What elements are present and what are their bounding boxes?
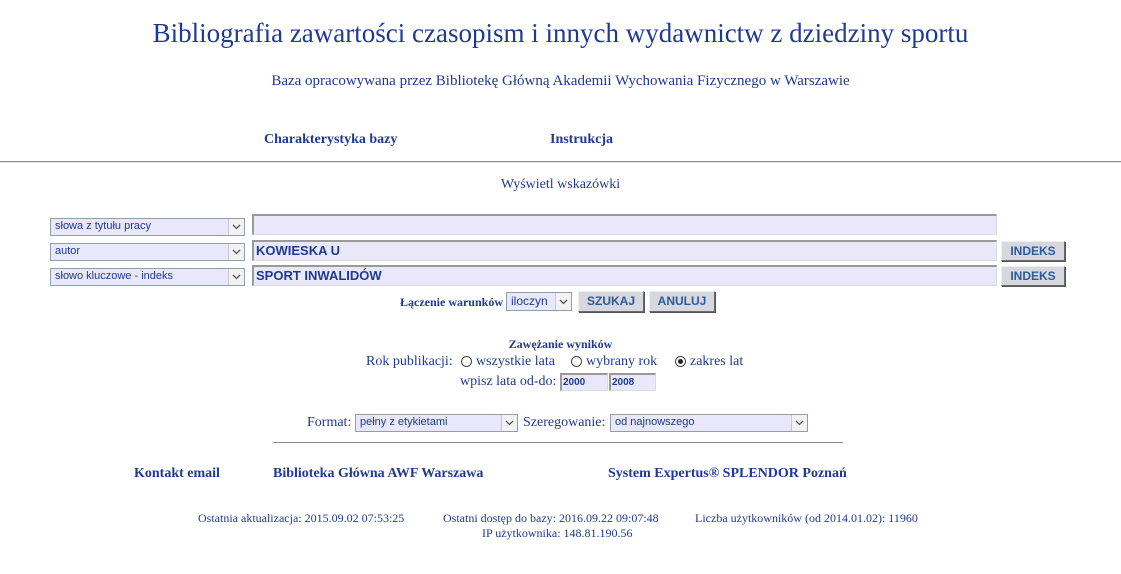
index-button-2[interactable]: INDEKS <box>1001 241 1065 261</box>
combine-label: Łączenie warunków <box>400 295 503 309</box>
nav-link-charakterystyka[interactable]: Charakterystyka bazy <box>264 132 397 148</box>
user-ip: IP użytkownika: 148.81.190.56 <box>482 526 633 540</box>
search-input-2[interactable]: KOWIESKA U <box>252 240 997 261</box>
combine-select[interactable]: iloczyn <box>506 292 572 311</box>
sort-select-value: od najnowszego <box>615 416 695 428</box>
chevron-down-icon <box>555 293 571 310</box>
chevron-down-icon <box>228 244 244 260</box>
index-button-3[interactable]: INDEKS <box>1001 266 1065 286</box>
users-count: Liczba użytkowników (od 2014.01.02): 119… <box>695 511 918 525</box>
radio-year-range-label: zakres lat <box>690 354 744 369</box>
format-select-value: pełny z etykietami <box>360 416 448 428</box>
combine-select-value: iloczyn <box>511 294 548 308</box>
radio-all-years-label: wszystkie lata <box>476 354 555 369</box>
chevron-down-icon <box>228 269 244 285</box>
year-label: Rok publikacji: <box>366 354 453 369</box>
format-select[interactable]: pełny z etykietami <box>355 414 518 432</box>
sort-select[interactable]: od najnowszego <box>610 414 808 432</box>
system-link[interactable]: System Expertus® SPLENDOR Poznań <box>608 466 847 482</box>
last-update: Ostatnia aktualizacja: 2015.09.02 07:53:… <box>198 511 405 525</box>
divider-bottom <box>273 442 843 443</box>
chevron-down-icon <box>228 219 244 235</box>
field-select-1-value: słowa z tytułu pracy <box>55 220 151 232</box>
narrowing-heading: Zawężanie wyników <box>508 337 613 351</box>
field-select-2-value: autor <box>55 245 81 257</box>
divider-top <box>0 161 1121 163</box>
search-input-1[interactable] <box>252 214 997 235</box>
search-input-3[interactable]: SPORT INWALIDÓW <box>252 265 997 286</box>
year-from-input[interactable]: 2000 <box>560 373 608 391</box>
chevron-down-icon <box>501 415 517 431</box>
sort-label: Szeregowanie: <box>523 415 606 430</box>
radio-year-range[interactable] <box>675 356 686 367</box>
last-access: Ostatni dostęp do bazy: 2016.09.22 09:07… <box>443 511 659 525</box>
page-title: Bibliografia zawartości czasopism i inny… <box>152 18 969 48</box>
radio-selected-year[interactable] <box>571 356 582 367</box>
nav-link-instrukcja[interactable]: Instrukcja <box>550 132 613 148</box>
cancel-button[interactable]: ANULUJ <box>649 291 715 312</box>
year-to-input[interactable]: 2008 <box>609 373 656 391</box>
field-select-1[interactable]: słowa z tytułu pracy <box>50 218 245 236</box>
radio-all-years[interactable] <box>461 356 472 367</box>
range-label: wpisz lata od-do: <box>460 374 557 389</box>
search-button[interactable]: SZUKAJ <box>578 291 644 312</box>
field-select-3[interactable]: słowo kluczowe - indeks <box>50 268 245 286</box>
format-label: Format: <box>307 415 352 430</box>
contact-email-link[interactable]: Kontakt email <box>134 466 220 482</box>
hints-link[interactable]: Wyświetl wskazówki <box>0 177 1121 193</box>
field-select-3-value: słowo kluczowe - indeks <box>55 270 173 282</box>
radio-selected-year-label: wybrany rok <box>586 354 658 369</box>
library-link[interactable]: Biblioteka Główna AWF Warszawa <box>273 466 483 482</box>
page-subtitle: Baza opracowywana przez Bibliotekę Główn… <box>271 73 850 89</box>
field-select-2[interactable]: autor <box>50 243 245 261</box>
chevron-down-icon <box>791 415 807 431</box>
